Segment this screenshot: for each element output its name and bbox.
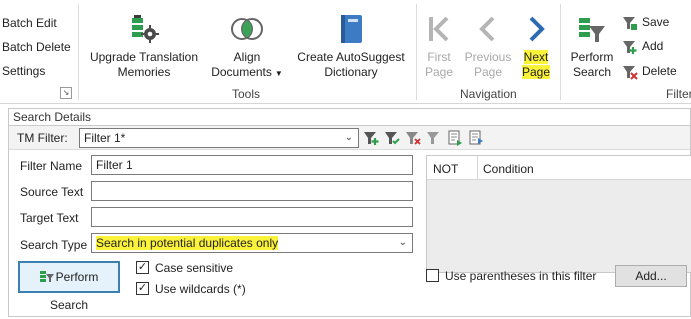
create-label-line1: Create AutoSuggest bbox=[297, 50, 405, 64]
search-type-label: Search Type bbox=[20, 238, 88, 252]
first-label-line2: Page bbox=[424, 65, 454, 79]
source-text-input[interactable] bbox=[91, 181, 413, 201]
filter-name-value: Filter 1 bbox=[96, 158, 133, 172]
search-details-pane: Search Details TM Filter: Filter 1* ⌄ Fi… bbox=[8, 108, 691, 317]
col-condition-header[interactable]: Condition bbox=[483, 162, 534, 176]
tools-group-label: Tools bbox=[232, 87, 261, 101]
upgrade-translation-memories-button[interactable]: Upgrade Translation Memories bbox=[88, 14, 200, 80]
chevron-down-icon: ⌄ bbox=[344, 132, 353, 143]
tm-filter-value: Filter 1* bbox=[84, 131, 126, 145]
tm-filter-bar: TM Filter: Filter 1* ⌄ bbox=[9, 126, 690, 150]
batch-delete-label: Batch Delete bbox=[2, 40, 71, 54]
filter-delete-icon[interactable] bbox=[405, 130, 421, 146]
perform-label-line1: Perform bbox=[570, 50, 614, 64]
align-documents-icon bbox=[231, 18, 263, 40]
add-condition-label: Add... bbox=[635, 269, 667, 283]
target-text-label: Target Text bbox=[20, 211, 79, 225]
batch-edit-button[interactable]: Batch Edit bbox=[2, 16, 57, 30]
perform-label-line2: Search bbox=[572, 65, 612, 79]
filter-name-input[interactable]: Filter 1 bbox=[91, 155, 413, 175]
create-autosuggest-dictionary-button[interactable]: Create AutoSuggest Dictionary bbox=[292, 14, 410, 80]
dictionary-book-icon bbox=[341, 15, 362, 43]
align-label-line2: Documents bbox=[211, 65, 272, 79]
first-page-button[interactable]: First Page bbox=[418, 14, 460, 80]
upgrade-tm-icon bbox=[132, 15, 159, 43]
filter-apply-icon[interactable] bbox=[384, 130, 400, 146]
import-filter-icon[interactable] bbox=[447, 130, 463, 146]
add-label: Add bbox=[642, 39, 664, 54]
add-filter-button[interactable]: Add bbox=[622, 39, 663, 55]
source-text-label: Source Text bbox=[20, 185, 84, 199]
align-documents-button[interactable]: Align Documents ▼ bbox=[208, 14, 286, 81]
previous-page-icon bbox=[479, 16, 495, 42]
filter-clear-icon[interactable] bbox=[426, 130, 442, 146]
perform-search-ribbon-button[interactable]: Perform Search bbox=[566, 14, 618, 80]
filter-delete-icon bbox=[623, 66, 638, 80]
conditions-table[interactable]: NOT Condition bbox=[426, 155, 691, 273]
perform-search-icon bbox=[579, 18, 605, 42]
batch-edit-label: Batch Edit bbox=[2, 16, 57, 30]
first-label-line1: First bbox=[427, 50, 451, 64]
filter-group-label: Filter bbox=[666, 87, 691, 101]
tm-filter-combo[interactable]: Filter 1* ⌄ bbox=[79, 128, 359, 148]
delete-filter-button[interactable]: Delete bbox=[622, 64, 677, 80]
ribbon-separator bbox=[560, 4, 561, 100]
add-condition-button[interactable]: Add... bbox=[615, 265, 687, 287]
filter-save-icon bbox=[623, 17, 637, 30]
next-page-icon bbox=[529, 16, 545, 42]
conditions-header: NOT Condition bbox=[427, 156, 691, 180]
case-sensitive-checkbox[interactable]: ✓ bbox=[136, 261, 149, 274]
ribbon-separator bbox=[78, 4, 79, 100]
align-label-line1: Align bbox=[233, 50, 261, 64]
delete-label: Delete bbox=[642, 64, 677, 79]
filter-add-icon bbox=[623, 41, 637, 54]
export-filter-icon[interactable] bbox=[468, 130, 484, 146]
use-wildcards-checkbox[interactable]: ✓ bbox=[136, 282, 149, 295]
perform-search-icon bbox=[39, 271, 54, 282]
previous-label-line2: Page bbox=[473, 65, 503, 79]
ribbon-separator bbox=[416, 4, 417, 100]
create-label-line2: Dictionary bbox=[324, 65, 378, 79]
col-not-header[interactable]: NOT bbox=[433, 162, 458, 176]
upgrade-label-line1: Upgrade Translation bbox=[89, 50, 199, 64]
perform-search-label: Perform Search bbox=[49, 270, 99, 312]
group-launcher-icon[interactable]: ↘ bbox=[60, 87, 72, 99]
chevron-down-icon: ⌄ bbox=[398, 237, 407, 248]
save-label: Save bbox=[642, 15, 670, 30]
navigation-group-label: Navigation bbox=[460, 87, 517, 101]
next-label-line2: Page bbox=[521, 65, 551, 79]
save-filter-button[interactable]: Save bbox=[622, 15, 669, 31]
case-sensitive-label: Case sensitive bbox=[155, 261, 234, 275]
filter-add-icon[interactable] bbox=[363, 130, 379, 146]
first-page-icon bbox=[429, 16, 449, 42]
use-parentheses-label: Use parentheses in this filter bbox=[445, 269, 597, 283]
upgrade-label-line2: Memories bbox=[117, 65, 171, 79]
filter-name-label: Filter Name bbox=[20, 159, 83, 173]
next-label-line1: Next bbox=[523, 50, 549, 64]
perform-search-button[interactable]: Perform Search bbox=[18, 261, 120, 312]
previous-page-button[interactable]: Previous Page bbox=[462, 14, 514, 80]
settings-label: Settings bbox=[2, 64, 46, 78]
ribbon: Batch Edit Batch Delete Settings ↘ Upgra… bbox=[0, 0, 691, 104]
use-wildcards-label: Use wildcards (*) bbox=[155, 282, 246, 296]
column-divider bbox=[477, 156, 478, 180]
previous-label-line1: Previous bbox=[464, 50, 512, 64]
target-text-input[interactable] bbox=[91, 207, 413, 227]
search-type-select[interactable]: Search in potential duplicates only ⌄ bbox=[91, 233, 413, 253]
batch-delete-button[interactable]: Batch Delete bbox=[2, 40, 71, 54]
search-type-value: Search in potential duplicates only bbox=[96, 236, 279, 250]
use-parentheses-checkbox[interactable] bbox=[426, 269, 439, 282]
settings-button[interactable]: Settings bbox=[2, 64, 45, 78]
next-page-button[interactable]: Next Page bbox=[517, 14, 555, 80]
search-details-title: Search Details bbox=[9, 109, 690, 126]
chevron-down-icon: ▼ bbox=[274, 69, 283, 78]
tm-filter-label: TM Filter: bbox=[17, 131, 68, 145]
